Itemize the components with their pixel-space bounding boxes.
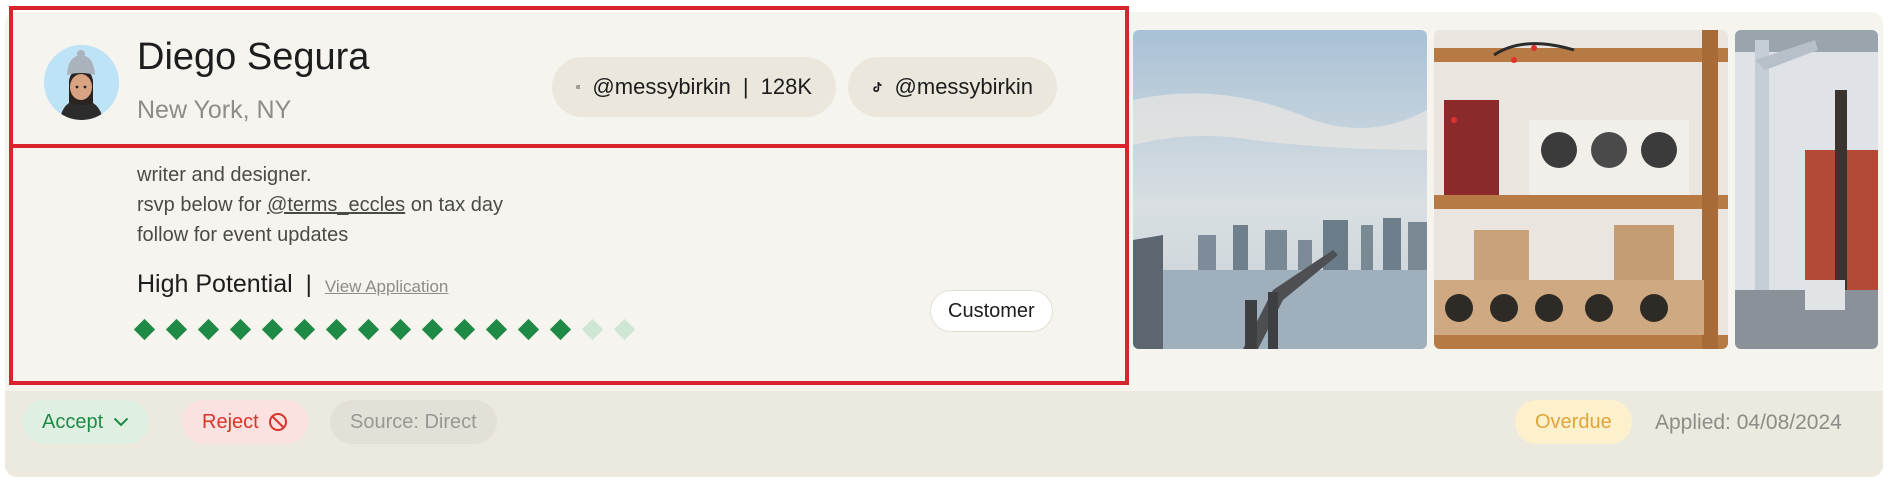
reject-label: Reject [202,410,259,433]
highlight-box-header [9,6,1129,148]
street-scaffolding-photo[interactable] [1735,30,1878,349]
block-icon [268,413,287,431]
accept-button[interactable]: Accept [22,400,150,444]
overdue-status-badge: Overdue [1515,400,1632,444]
reject-button[interactable]: Reject [182,400,308,444]
accept-label: Accept [42,410,104,433]
rubber-stamps-shelf-photo[interactable] [1434,30,1728,349]
city-skyline-bridge-photo[interactable] [1133,30,1427,349]
highlight-box-details [9,144,1129,385]
applied-date: Applied: 04/08/2024 [1655,411,1842,434]
chevron-down-icon [113,417,129,427]
source-badge: Source: Direct [330,400,497,444]
